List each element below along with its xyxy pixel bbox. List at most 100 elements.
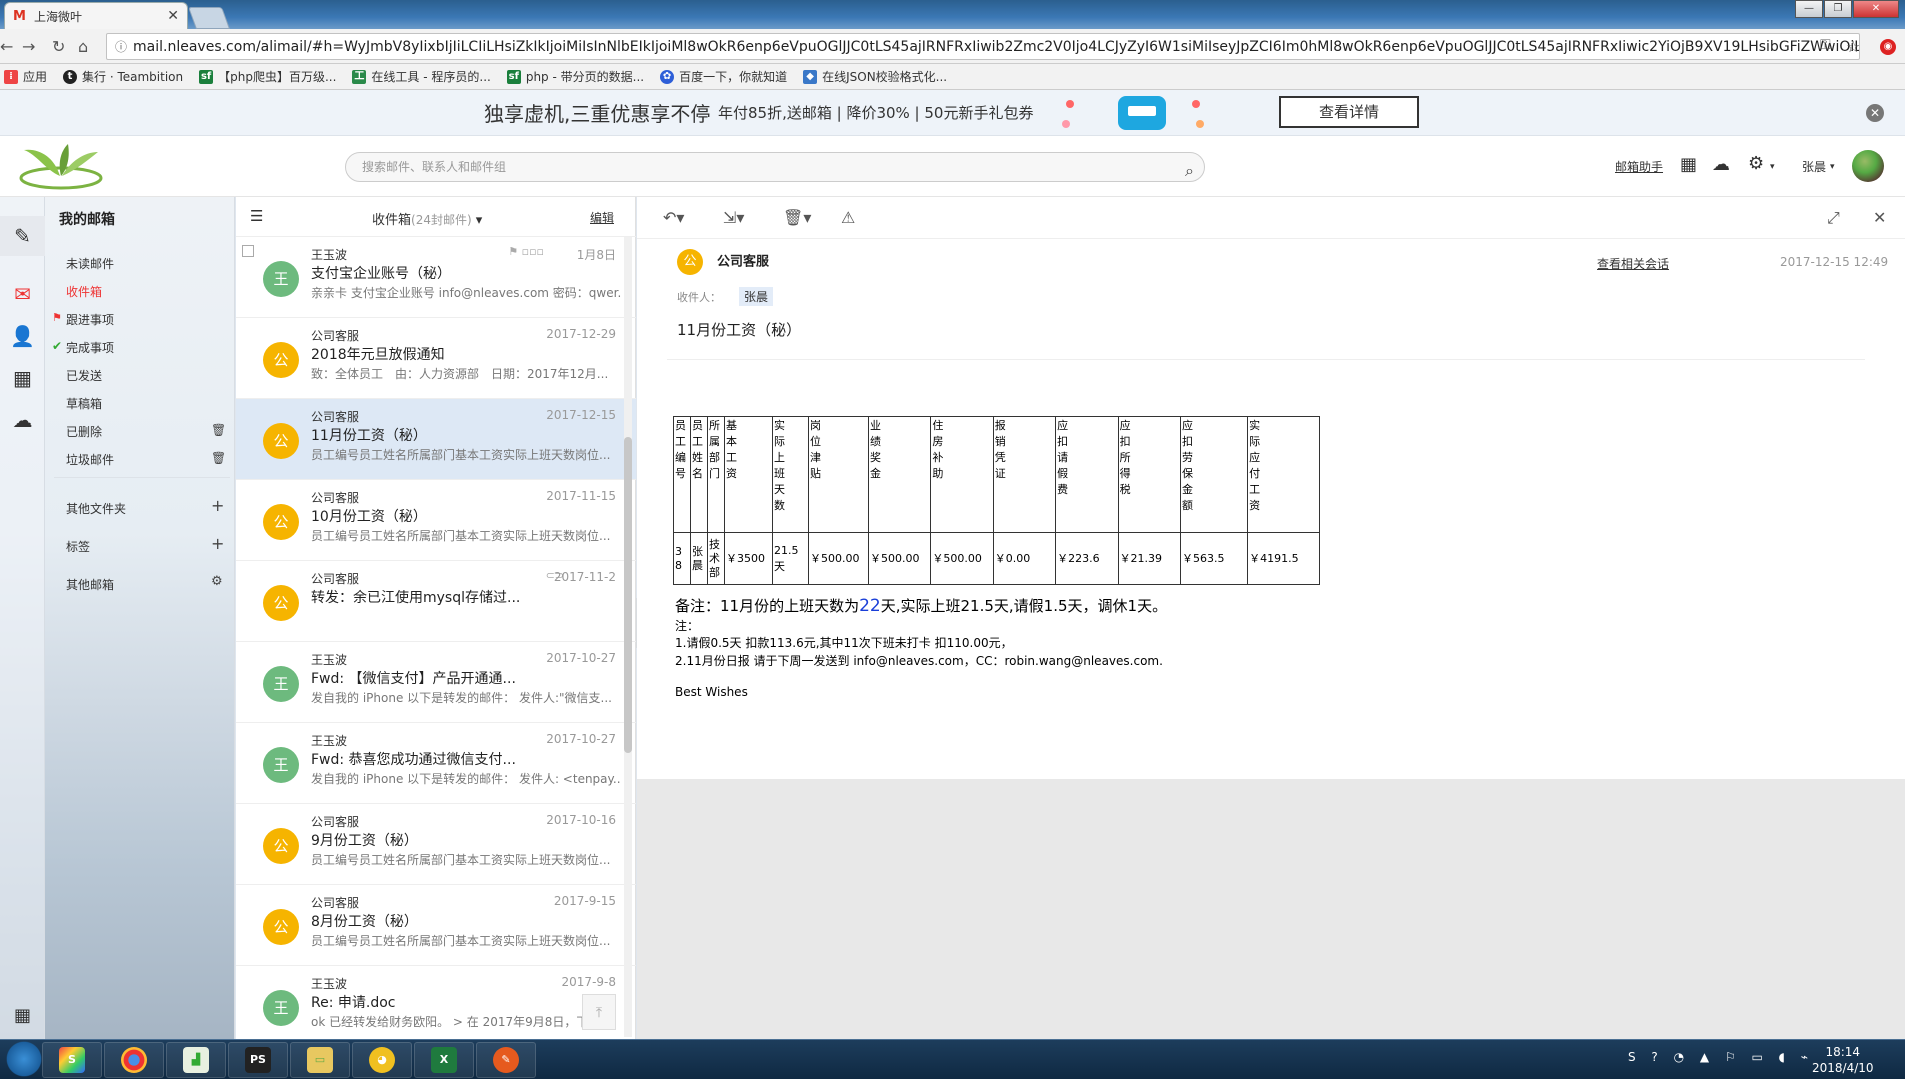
nav-item-sent[interactable]: 已发送 bbox=[66, 367, 102, 384]
contacts-icon[interactable]: 👤 bbox=[0, 316, 45, 356]
calendar-icon[interactable]: ▦ bbox=[0, 358, 45, 398]
list-item[interactable]: ⊂⊃ 公公司客服 2017-11-2 转发：余已江使用mysql存储过... bbox=[236, 561, 636, 642]
message-subject: Fwd: 恭喜您成功通过微信支付... bbox=[311, 752, 516, 768]
key-icon[interactable]: ⚿ bbox=[1820, 37, 1831, 53]
list-item[interactable]: 王王玉波 2017-10-27 Fwd: 【微信支付】产品开通通... 发自我的 iP… bbox=[236, 642, 636, 723]
settings-gear-icon[interactable]: ⚙ bbox=[1748, 153, 1764, 174]
search-input[interactable]: 搜索邮件、联系人和邮件组 ⌕ bbox=[345, 152, 1205, 182]
home-icon[interactable]: ⌂ bbox=[78, 37, 88, 56]
recipient-tag[interactable]: 张晨 bbox=[739, 287, 774, 306]
table-header-cell: 报销凭证 bbox=[992, 416, 1057, 533]
restore-button[interactable]: ❐ bbox=[1824, 0, 1852, 18]
nav-item-deleted[interactable]: 已删除 bbox=[66, 423, 102, 440]
user-menu-chevron-icon[interactable]: ▾ bbox=[1830, 162, 1835, 172]
cloud-drive-icon[interactable]: ☁ bbox=[0, 400, 45, 440]
nav-item-done[interactable]: 完成事项 bbox=[66, 339, 114, 356]
list-item[interactable]: ⚑ ▫▫▫ 王王玉波 1月8日 支付宝企业账号（秘） 亲亲卡 支付宝企业账号 info@… bbox=[236, 237, 636, 318]
sender-avatar: 公 bbox=[263, 909, 299, 945]
taskbar-chrome[interactable] bbox=[104, 1042, 164, 1078]
back-to-top-button[interactable]: ⤒ bbox=[582, 994, 616, 1030]
apps-grid-icon[interactable]: ▦ bbox=[0, 996, 45, 1036]
note-label: 注： bbox=[675, 619, 700, 633]
bookmark-php[interactable]: sf 【php爬虫】百万级... bbox=[199, 68, 336, 85]
chevron-down-icon[interactable]: ▾ bbox=[1770, 162, 1775, 172]
cloud-upload-icon[interactable]: ☁ bbox=[1712, 154, 1730, 175]
report-spam-icon[interactable]: ⚠ bbox=[841, 208, 855, 227]
bookmark-baidu[interactable]: ✿ 百度一下，你就知道 bbox=[660, 68, 787, 85]
reload-icon[interactable]: ↻ bbox=[52, 37, 65, 56]
browser-tab[interactable]: M 上海微叶 ✕ bbox=[4, 2, 188, 29]
empty-spam-trash-icon[interactable]: 🗑 bbox=[211, 451, 226, 465]
delete-icon[interactable]: 🗑▾ bbox=[783, 208, 811, 227]
collapse-sidebar-icon[interactable]: ☰ bbox=[250, 207, 263, 225]
promo-banner: 独享虚机,三重优惠享不停 年付85折,送邮箱 | 降价30% | 50元新手礼包… bbox=[0, 90, 1905, 136]
flag-icon[interactable]: ⚑ ▫▫▫ bbox=[508, 245, 544, 258]
select-checkbox[interactable] bbox=[242, 245, 254, 257]
start-button[interactable] bbox=[0, 1040, 48, 1078]
taskbar-qq[interactable]: ◕ bbox=[352, 1042, 412, 1078]
extension-icon[interactable]: ◉ bbox=[1880, 39, 1896, 55]
nav-item-inbox[interactable]: 收件箱 bbox=[66, 283, 102, 300]
folder-dropdown[interactable]: 收件箱(24封邮件) ▾ bbox=[372, 209, 482, 228]
tags[interactable]: 标签 bbox=[66, 538, 90, 555]
bookmark-teambition[interactable]: t 集行 · Teambition bbox=[63, 68, 183, 85]
other-folders[interactable]: 其他文件夹 bbox=[66, 500, 126, 517]
clock[interactable]: 18:14 2018/4/10 bbox=[1812, 1044, 1874, 1076]
reply-icon[interactable]: ↶▾ bbox=[663, 208, 684, 227]
close-window-button[interactable]: ✕ bbox=[1853, 0, 1899, 18]
empty-deleted-trash-icon[interactable]: 🗑 bbox=[211, 423, 226, 437]
close-reader-icon[interactable]: ✕ bbox=[1873, 208, 1886, 227]
taskbar-app-8[interactable]: ✎ bbox=[476, 1042, 536, 1078]
nav-item-spam[interactable]: 垃圾邮件 bbox=[66, 451, 114, 468]
taskbar-chart-app[interactable]: ▟ bbox=[166, 1042, 226, 1078]
bookmark-tools[interactable]: 工在线工具 - 程序员的... bbox=[352, 68, 491, 85]
search-icon[interactable]: ⌕ bbox=[1185, 157, 1194, 185]
add-tag-icon[interactable]: + bbox=[211, 534, 224, 553]
message-subject: 2018年元旦放假通知 bbox=[311, 347, 445, 363]
phpstorm-icon: PS bbox=[245, 1047, 271, 1073]
taskbar-app-1[interactable]: S bbox=[42, 1042, 102, 1078]
taskbar-explorer[interactable]: ▭ bbox=[290, 1042, 350, 1078]
url-input[interactable]: ⓘ mail.nleaves.com/alimail/#h=WyJmbV8yIix… bbox=[106, 33, 1860, 60]
nav-item-unread[interactable]: 未读邮件 bbox=[66, 255, 114, 272]
message-date: 2017-12-15 bbox=[546, 408, 616, 422]
bookmark-json[interactable]: ◆ 在线JSON校验格式化... bbox=[803, 68, 947, 85]
list-item[interactable]: 公公司客服 2017-12-15 11月份工资（秘） 员工编号员工姓名所属部门基本工资… bbox=[236, 399, 636, 480]
minimize-button[interactable]: — bbox=[1795, 0, 1823, 18]
taskbar-phpstorm[interactable]: PS bbox=[228, 1042, 288, 1078]
move-folder-icon[interactable]: ⇲▾ bbox=[723, 208, 744, 227]
related-conversation-link[interactable]: 查看相关会话 bbox=[1597, 255, 1669, 272]
mail-envelope-icon[interactable]: ✉ bbox=[0, 274, 45, 314]
user-name[interactable]: 张晨 bbox=[1802, 158, 1826, 175]
mail-assistant-link[interactable]: 邮箱助手 bbox=[1615, 158, 1663, 175]
compose-pen-icon[interactable]: ✎ bbox=[0, 216, 45, 256]
qr-code-icon[interactable]: ▦ bbox=[1680, 154, 1697, 175]
other-mail-settings-icon[interactable]: ⚙ bbox=[211, 574, 223, 589]
star-icon[interactable]: ☆ bbox=[1846, 37, 1860, 56]
nav-item-drafts[interactable]: 草稿箱 bbox=[66, 395, 102, 412]
list-item[interactable]: 公公司客服 2017-9-15 8月份工资（秘） 员工编号员工姓名所属部门基本工资实际… bbox=[236, 885, 636, 966]
add-folder-icon[interactable]: + bbox=[211, 496, 224, 515]
fullscreen-icon[interactable]: ⤢ bbox=[1827, 208, 1840, 228]
forward-icon[interactable]: → bbox=[22, 37, 35, 56]
list-scroll-thumb[interactable] bbox=[624, 437, 632, 753]
list-item[interactable]: 王王玉波 2017-9-8 Re: 申请.doc ok 已经转发给财务欧阳。 > 在 … bbox=[236, 966, 636, 1047]
edit-button[interactable]: 编辑 bbox=[590, 209, 614, 226]
list-item[interactable]: 公公司客服 2017-12-29 2018年元旦放假通知 致：全体员工 由：人力资源部… bbox=[236, 318, 636, 399]
list-item[interactable]: 王王玉波 2017-10-27 Fwd: 恭喜您成功通过微信支付... 发自我的 iP… bbox=[236, 723, 636, 804]
user-avatar[interactable] bbox=[1852, 150, 1884, 182]
bookmark-php-page[interactable]: sf php - 带分页的数据... bbox=[506, 68, 644, 85]
close-tab-icon[interactable]: ✕ bbox=[167, 8, 179, 24]
system-tray[interactable]: S ? ◔ ▲ ⚐ ▭ ◖ ⌁ bbox=[1628, 1050, 1814, 1064]
list-item[interactable]: 公公司客服 2017-11-15 10月份工资（秘） 员工编号员工姓名所属部门基本工资… bbox=[236, 480, 636, 561]
nleaves-logo[interactable] bbox=[16, 140, 106, 194]
back-icon[interactable]: ← bbox=[0, 37, 13, 56]
promo-details-button[interactable]: 查看详情 bbox=[1279, 96, 1419, 128]
list-item[interactable]: 公公司客服 2017-10-16 9月份工资（秘） 员工编号员工姓名所属部门基本工资实… bbox=[236, 804, 636, 885]
other-mailboxes[interactable]: 其他邮箱 bbox=[66, 576, 114, 593]
sender[interactable]: 公公司客服 bbox=[677, 249, 769, 275]
nav-item-followup[interactable]: 跟进事项 bbox=[66, 311, 114, 328]
taskbar-excel[interactable]: X bbox=[414, 1042, 474, 1078]
close-promo-icon[interactable]: ✕ bbox=[1866, 104, 1884, 122]
bookmark-apps[interactable]: ⁞ 应用 bbox=[4, 68, 47, 85]
